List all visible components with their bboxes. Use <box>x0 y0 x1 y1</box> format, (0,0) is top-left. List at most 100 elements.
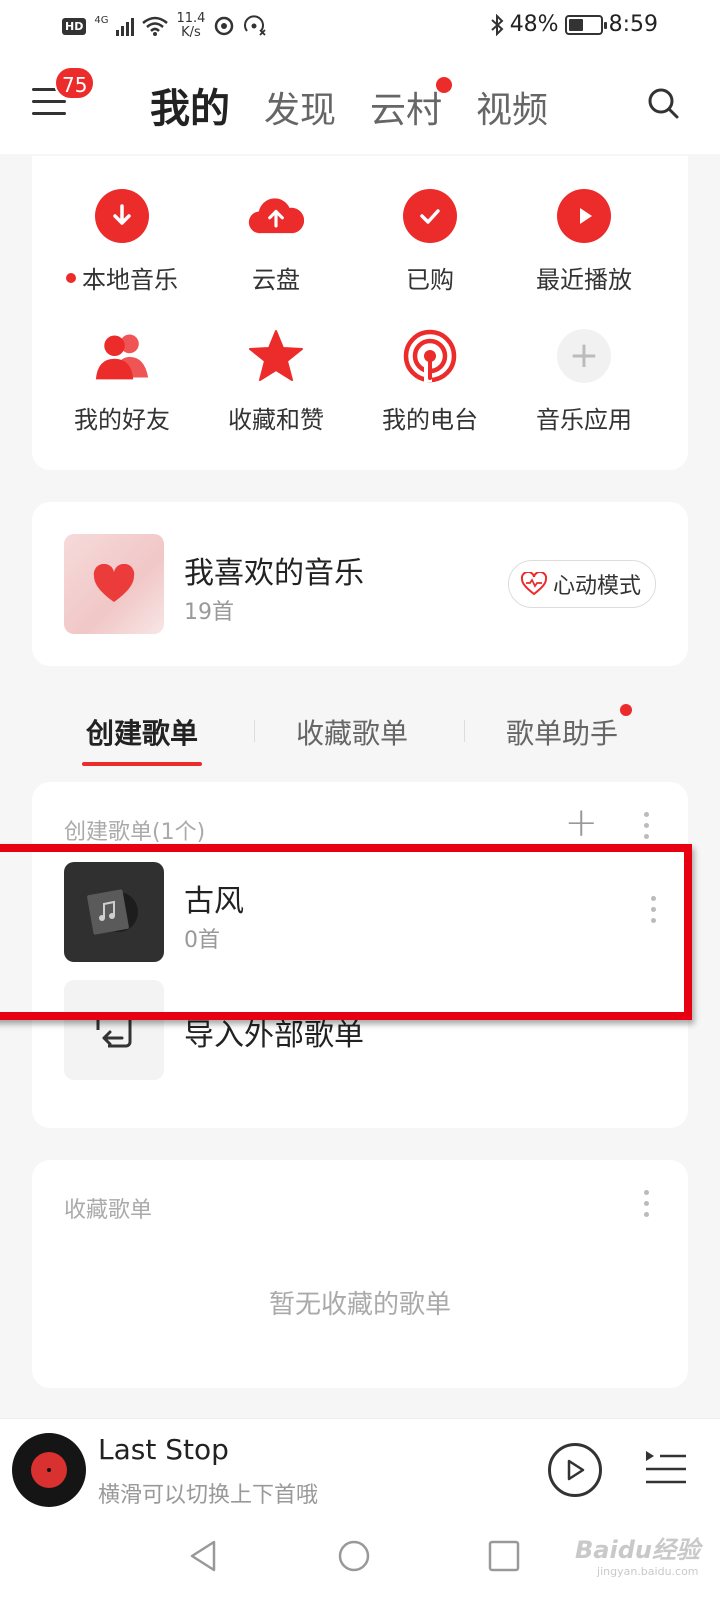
tab-playlist-assistant[interactable]: 歌单助手 <box>506 704 633 752</box>
mini-player[interactable]: Last Stop 横滑可以切换上下首哦 <box>0 1418 720 1514</box>
notification-dot <box>620 704 633 716</box>
shortcut-recent[interactable]: 最近播放 <box>506 188 662 295</box>
collected-header: 收藏歌单 <box>64 1198 153 1223</box>
main-tabs: 我的 发现 云村 视频 <box>150 76 548 134</box>
hotspot-icon <box>244 15 267 36</box>
top-nav: 75 我的 发现 云村 视频 <box>0 54 720 154</box>
more-icon[interactable] <box>636 812 656 846</box>
shortcut-label: 已购 <box>406 266 454 294</box>
battery-percent: 48% <box>509 12 559 37</box>
liked-cover <box>64 534 164 634</box>
liked-music-card[interactable]: 我喜欢的音乐 19首 心动模式 <box>32 502 688 666</box>
music-note-icon <box>87 889 138 935</box>
shortcut-label: 我的电台 <box>382 406 478 434</box>
import-label: 导入外部歌单 <box>184 1018 364 1053</box>
shortcut-music-apps[interactable]: + 音乐应用 <box>506 328 662 435</box>
shortcut-local-music[interactable]: 本地音乐 <box>44 188 200 295</box>
created-playlists-card: 创建歌单(1个) + 古风 0首 导入外部歌单 <box>32 782 688 1128</box>
song-hint: 横滑可以切换上下首哦 <box>98 1483 319 1508</box>
heartbeat-mode-label: 心动模式 <box>552 574 641 599</box>
watermark-brand: Baidu经验 <box>575 1536 700 1564</box>
shortcut-label: 收藏和赞 <box>228 406 324 434</box>
liked-count: 19首 <box>184 600 234 625</box>
shortcut-cloud-disk[interactable]: 云盘 <box>198 188 354 295</box>
back-icon[interactable] <box>186 1538 222 1574</box>
radio-icon <box>403 329 457 383</box>
import-icon <box>96 1012 132 1048</box>
download-icon <box>95 189 149 243</box>
playlist-queue-icon[interactable] <box>644 1447 688 1487</box>
collected-playlists-card: 收藏歌单 暂无收藏的歌单 <box>32 1160 688 1388</box>
heartbeat-icon <box>520 572 547 596</box>
song-title: Last Stop <box>98 1433 229 1466</box>
status-bar: HD 4G 11.4 K/s 48% 8:59 <box>0 0 720 54</box>
play-icon <box>567 1459 585 1481</box>
shortcut-friends[interactable]: 我的好友 <box>44 328 200 435</box>
cloud-upload-icon <box>248 198 304 234</box>
import-cover <box>64 980 164 1080</box>
wifi-icon <box>142 16 169 36</box>
tab-divider <box>464 720 465 742</box>
album-disc[interactable] <box>12 1433 86 1507</box>
add-playlist-button[interactable]: + <box>564 800 598 846</box>
new-dot <box>66 273 76 283</box>
playlist-tabs: 创建歌单 收藏歌单 歌单助手 <box>0 700 720 770</box>
friends-icon <box>95 334 149 380</box>
battery-level <box>568 18 583 31</box>
star-icon <box>249 330 303 381</box>
check-icon <box>403 189 457 243</box>
network-type: 4G <box>94 14 109 26</box>
notification-dot <box>436 77 453 93</box>
shortcut-label: 云盘 <box>252 266 300 294</box>
status-right: 48% 8:59 <box>490 12 658 37</box>
clock: 8:59 <box>608 12 658 37</box>
recents-icon[interactable] <box>486 1538 522 1574</box>
empty-state: 暂无收藏的歌单 <box>268 1290 451 1320</box>
watermark-url: jingyan.baidu.com <box>597 1565 699 1578</box>
tab-playlist-assistant-label: 歌单助手 <box>506 717 619 750</box>
battery-icon <box>564 14 607 35</box>
menu-badge: 75 <box>54 66 96 100</box>
import-playlist-row[interactable]: 导入外部歌单 <box>32 980 688 1080</box>
signal-icon <box>116 16 135 36</box>
menu-icon-line <box>32 112 66 115</box>
plus-icon: + <box>557 329 611 383</box>
watermark: Baidu经验 jingyan.baidu.com <box>575 1530 700 1578</box>
shortcut-grid: 本地音乐 云盘 已购 最近播放 我的好友 收藏和赞 我的电台 + 音乐应用 <box>32 156 688 470</box>
shortcut-purchased[interactable]: 已购 <box>352 188 508 295</box>
more-icon[interactable] <box>651 896 656 923</box>
tab-discover[interactable]: 发现 <box>264 81 336 133</box>
shortcut-label: 本地音乐 <box>82 266 178 294</box>
playlist-cover <box>64 862 164 962</box>
tab-cloud-village[interactable]: 云村 <box>370 77 453 133</box>
tab-collected-playlists[interactable]: 收藏歌单 <box>296 712 408 752</box>
status-left: HD 4G 11.4 K/s <box>62 12 267 40</box>
playlist-count: 0首 <box>184 928 220 953</box>
net-speed: 11.4 K/s <box>176 12 205 40</box>
shortcut-favorites[interactable]: 收藏和赞 <box>198 328 354 435</box>
tab-video[interactable]: 视频 <box>476 81 548 133</box>
shortcut-label: 最近播放 <box>536 266 632 294</box>
shortcut-label: 音乐应用 <box>536 406 632 434</box>
shortcut-label: 我的好友 <box>74 406 170 434</box>
playlist-title: 古风 <box>184 884 244 919</box>
play-icon <box>557 189 611 243</box>
system-nav-bar: Baidu经验 jingyan.baidu.com <box>0 1514 720 1600</box>
heartbeat-mode-button[interactable]: 心动模式 <box>507 560 656 608</box>
shortcut-radio[interactable]: 我的电台 <box>352 328 508 435</box>
home-icon[interactable] <box>336 1538 372 1574</box>
more-icon[interactable] <box>636 1190 656 1224</box>
bluetooth-icon <box>491 13 504 36</box>
menu-icon-line <box>32 100 66 103</box>
tab-mine[interactable]: 我的 <box>150 76 230 134</box>
tab-divider <box>254 720 255 742</box>
netease-icon <box>215 16 234 36</box>
net-speed-value: 11.4 <box>176 11 206 26</box>
tab-created-playlists[interactable]: 创建歌单 <box>81 712 203 766</box>
net-speed-unit: K/s <box>181 25 201 40</box>
play-button[interactable] <box>548 1443 602 1497</box>
tab-cloud-village-label: 云村 <box>370 90 443 131</box>
playlist-row[interactable]: 古风 0首 <box>32 862 688 962</box>
liked-title: 我喜欢的音乐 <box>184 556 364 591</box>
search-icon[interactable] <box>646 86 680 120</box>
